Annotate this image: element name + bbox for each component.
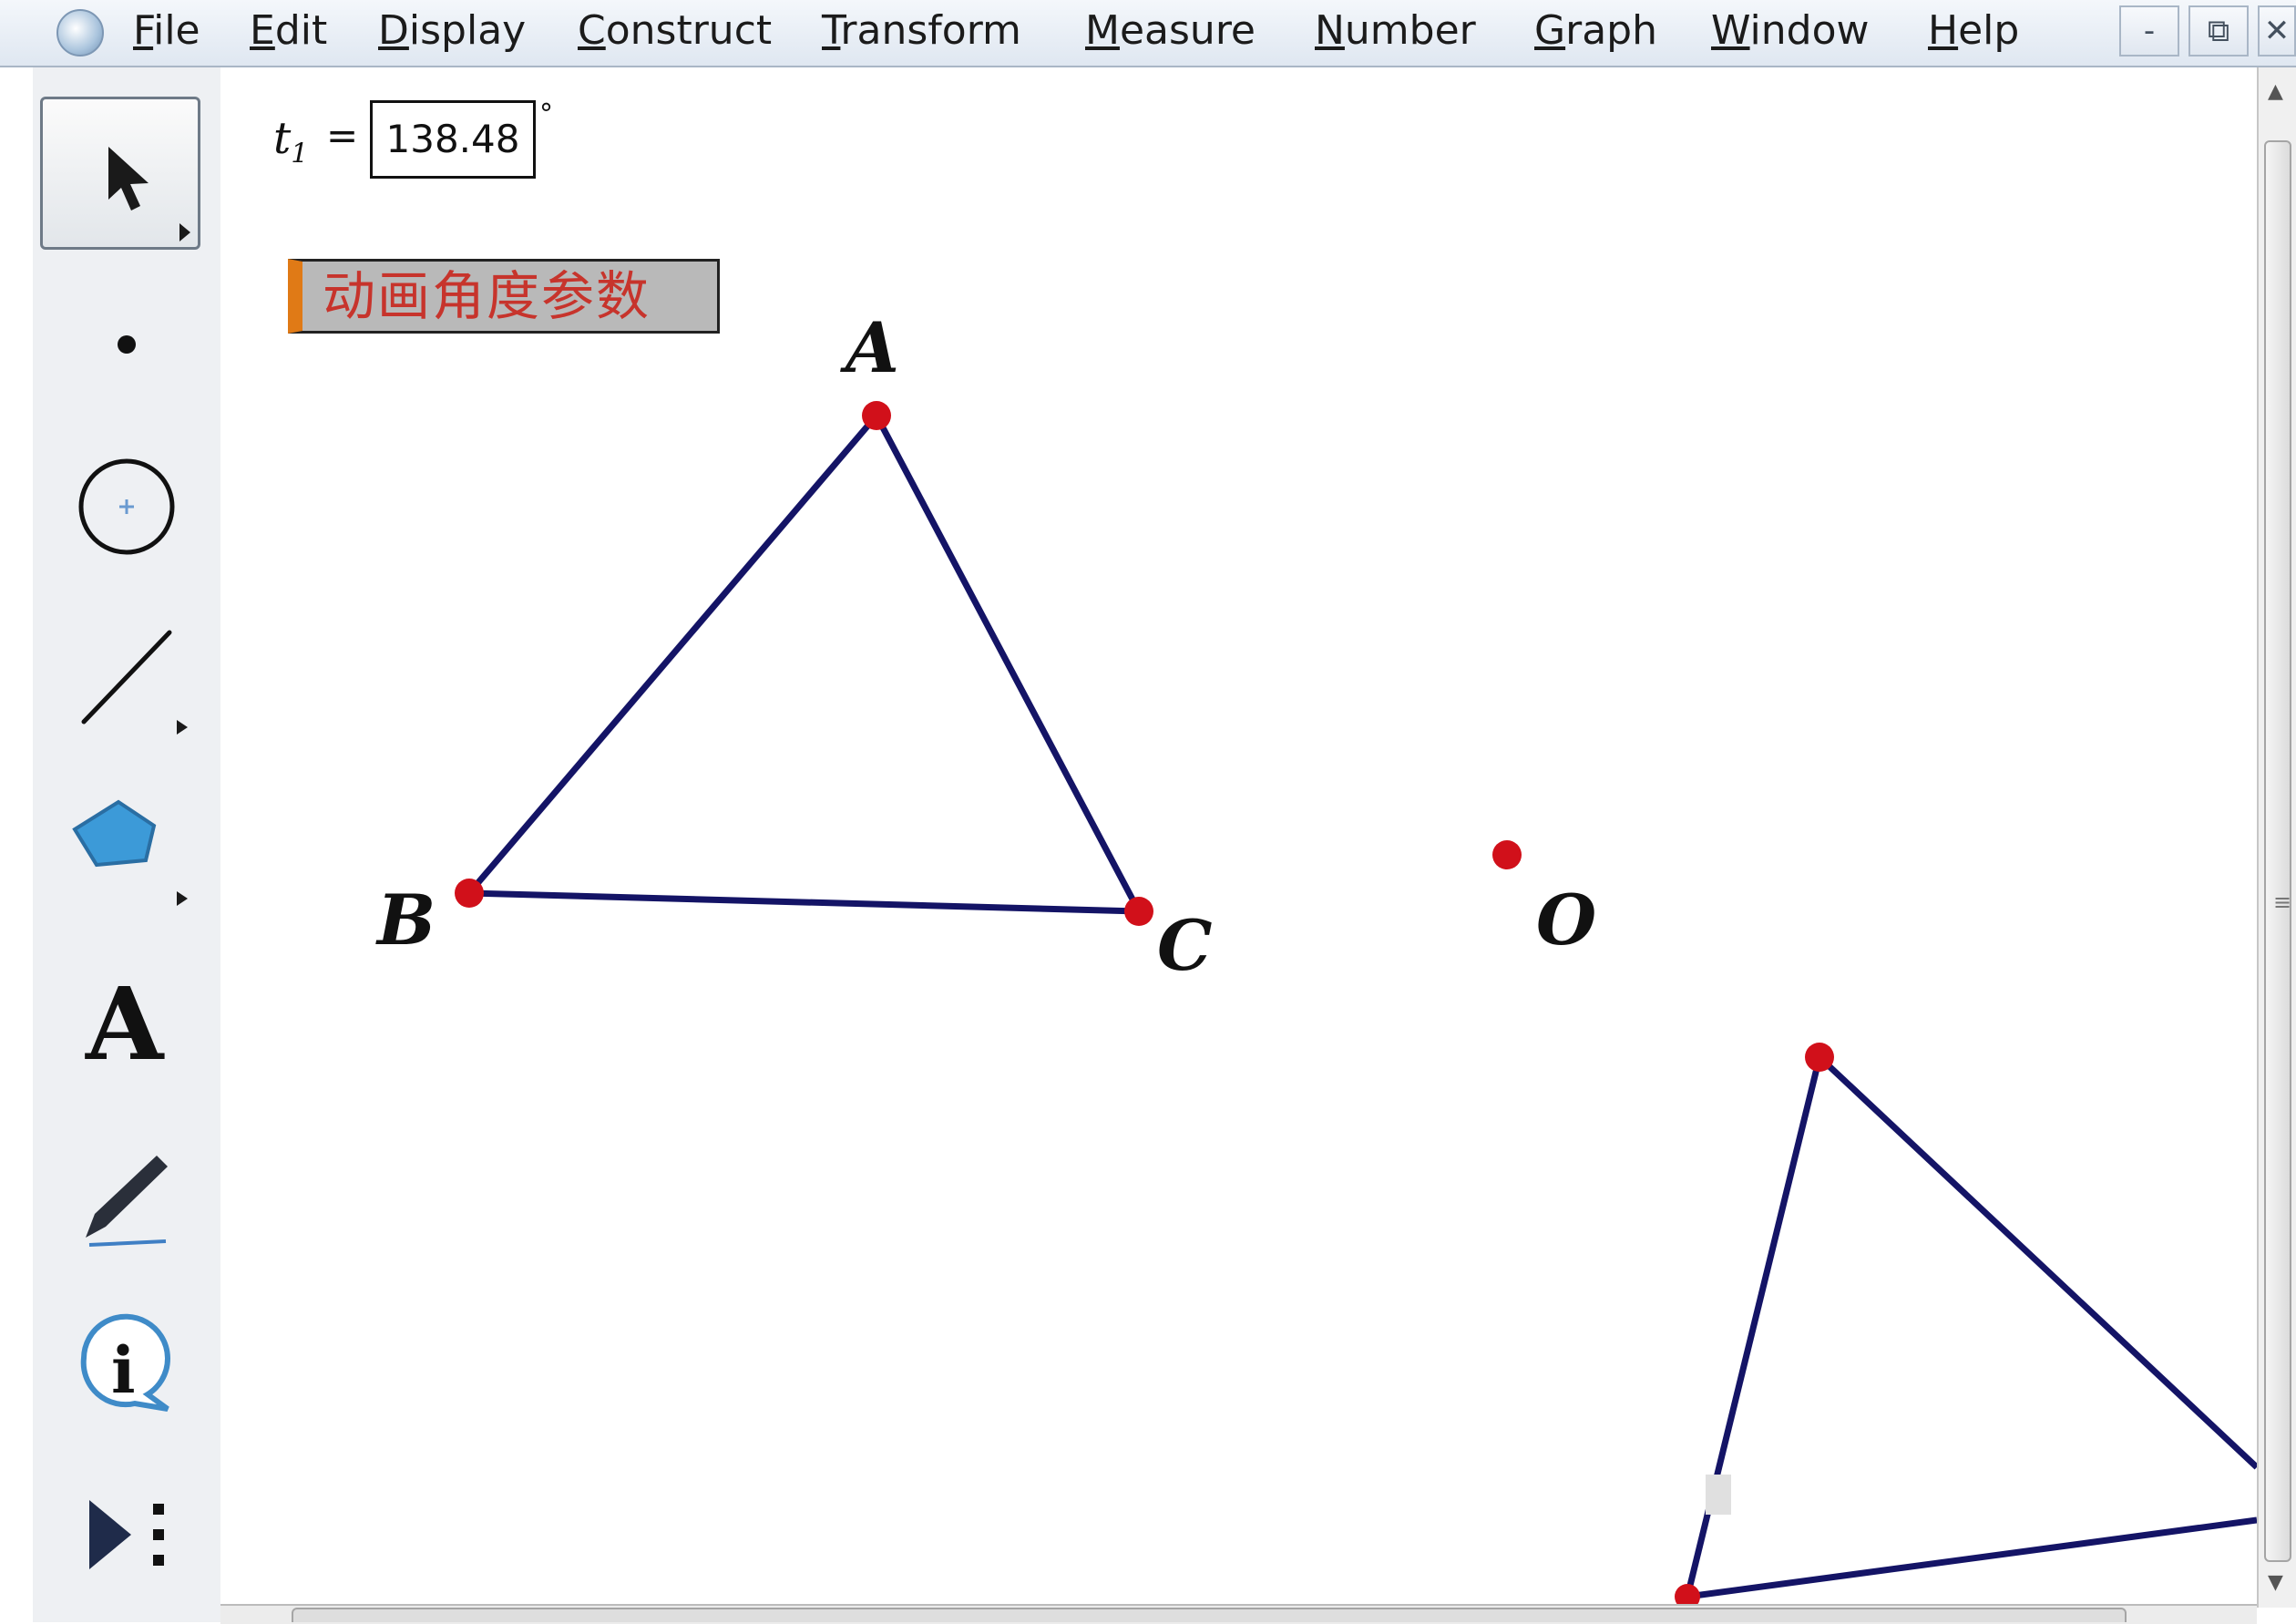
horizontal-scroll-thumb[interactable] [292,1608,2127,1622]
vertical-scroll-thumb[interactable]: ≡ [2264,140,2291,1562]
label-a[interactable]: A [840,307,899,388]
segment-bc[interactable] [468,889,1140,915]
scroll-up-icon[interactable]: ▲ [2268,80,2283,103]
point-b[interactable] [455,879,484,908]
close-button[interactable]: ✕ [2258,5,2296,57]
label-c[interactable]: C [1157,905,1213,986]
point-c[interactable] [1124,897,1153,926]
image-label-fragment [1706,1475,1731,1515]
horizontal-scrollbar[interactable] [220,1604,2257,1624]
geometry-layer: A B C O [375,307,2257,1604]
image-segment-b-c[interactable] [1686,1516,2257,1600]
image-segment-a-b[interactable] [1684,1056,1823,1598]
segment-ab[interactable] [466,413,879,896]
label-b[interactable]: B [375,879,436,961]
scroll-down-icon[interactable]: ▼ [2268,1571,2283,1594]
image-point-b[interactable] [1675,1584,1700,1604]
label-o[interactable]: O [1536,879,1596,961]
vertical-scrollbar[interactable]: ▲ ≡ ▼ [2257,67,2296,1608]
segment-ac[interactable] [873,414,1143,913]
image-point-a[interactable] [1805,1043,1834,1072]
point-o[interactable] [1492,840,1522,869]
scroll-grip-icon: ≡ [2273,889,2292,915]
image-segment-a-c[interactable] [1817,1054,2257,1470]
point-a[interactable] [862,401,891,430]
